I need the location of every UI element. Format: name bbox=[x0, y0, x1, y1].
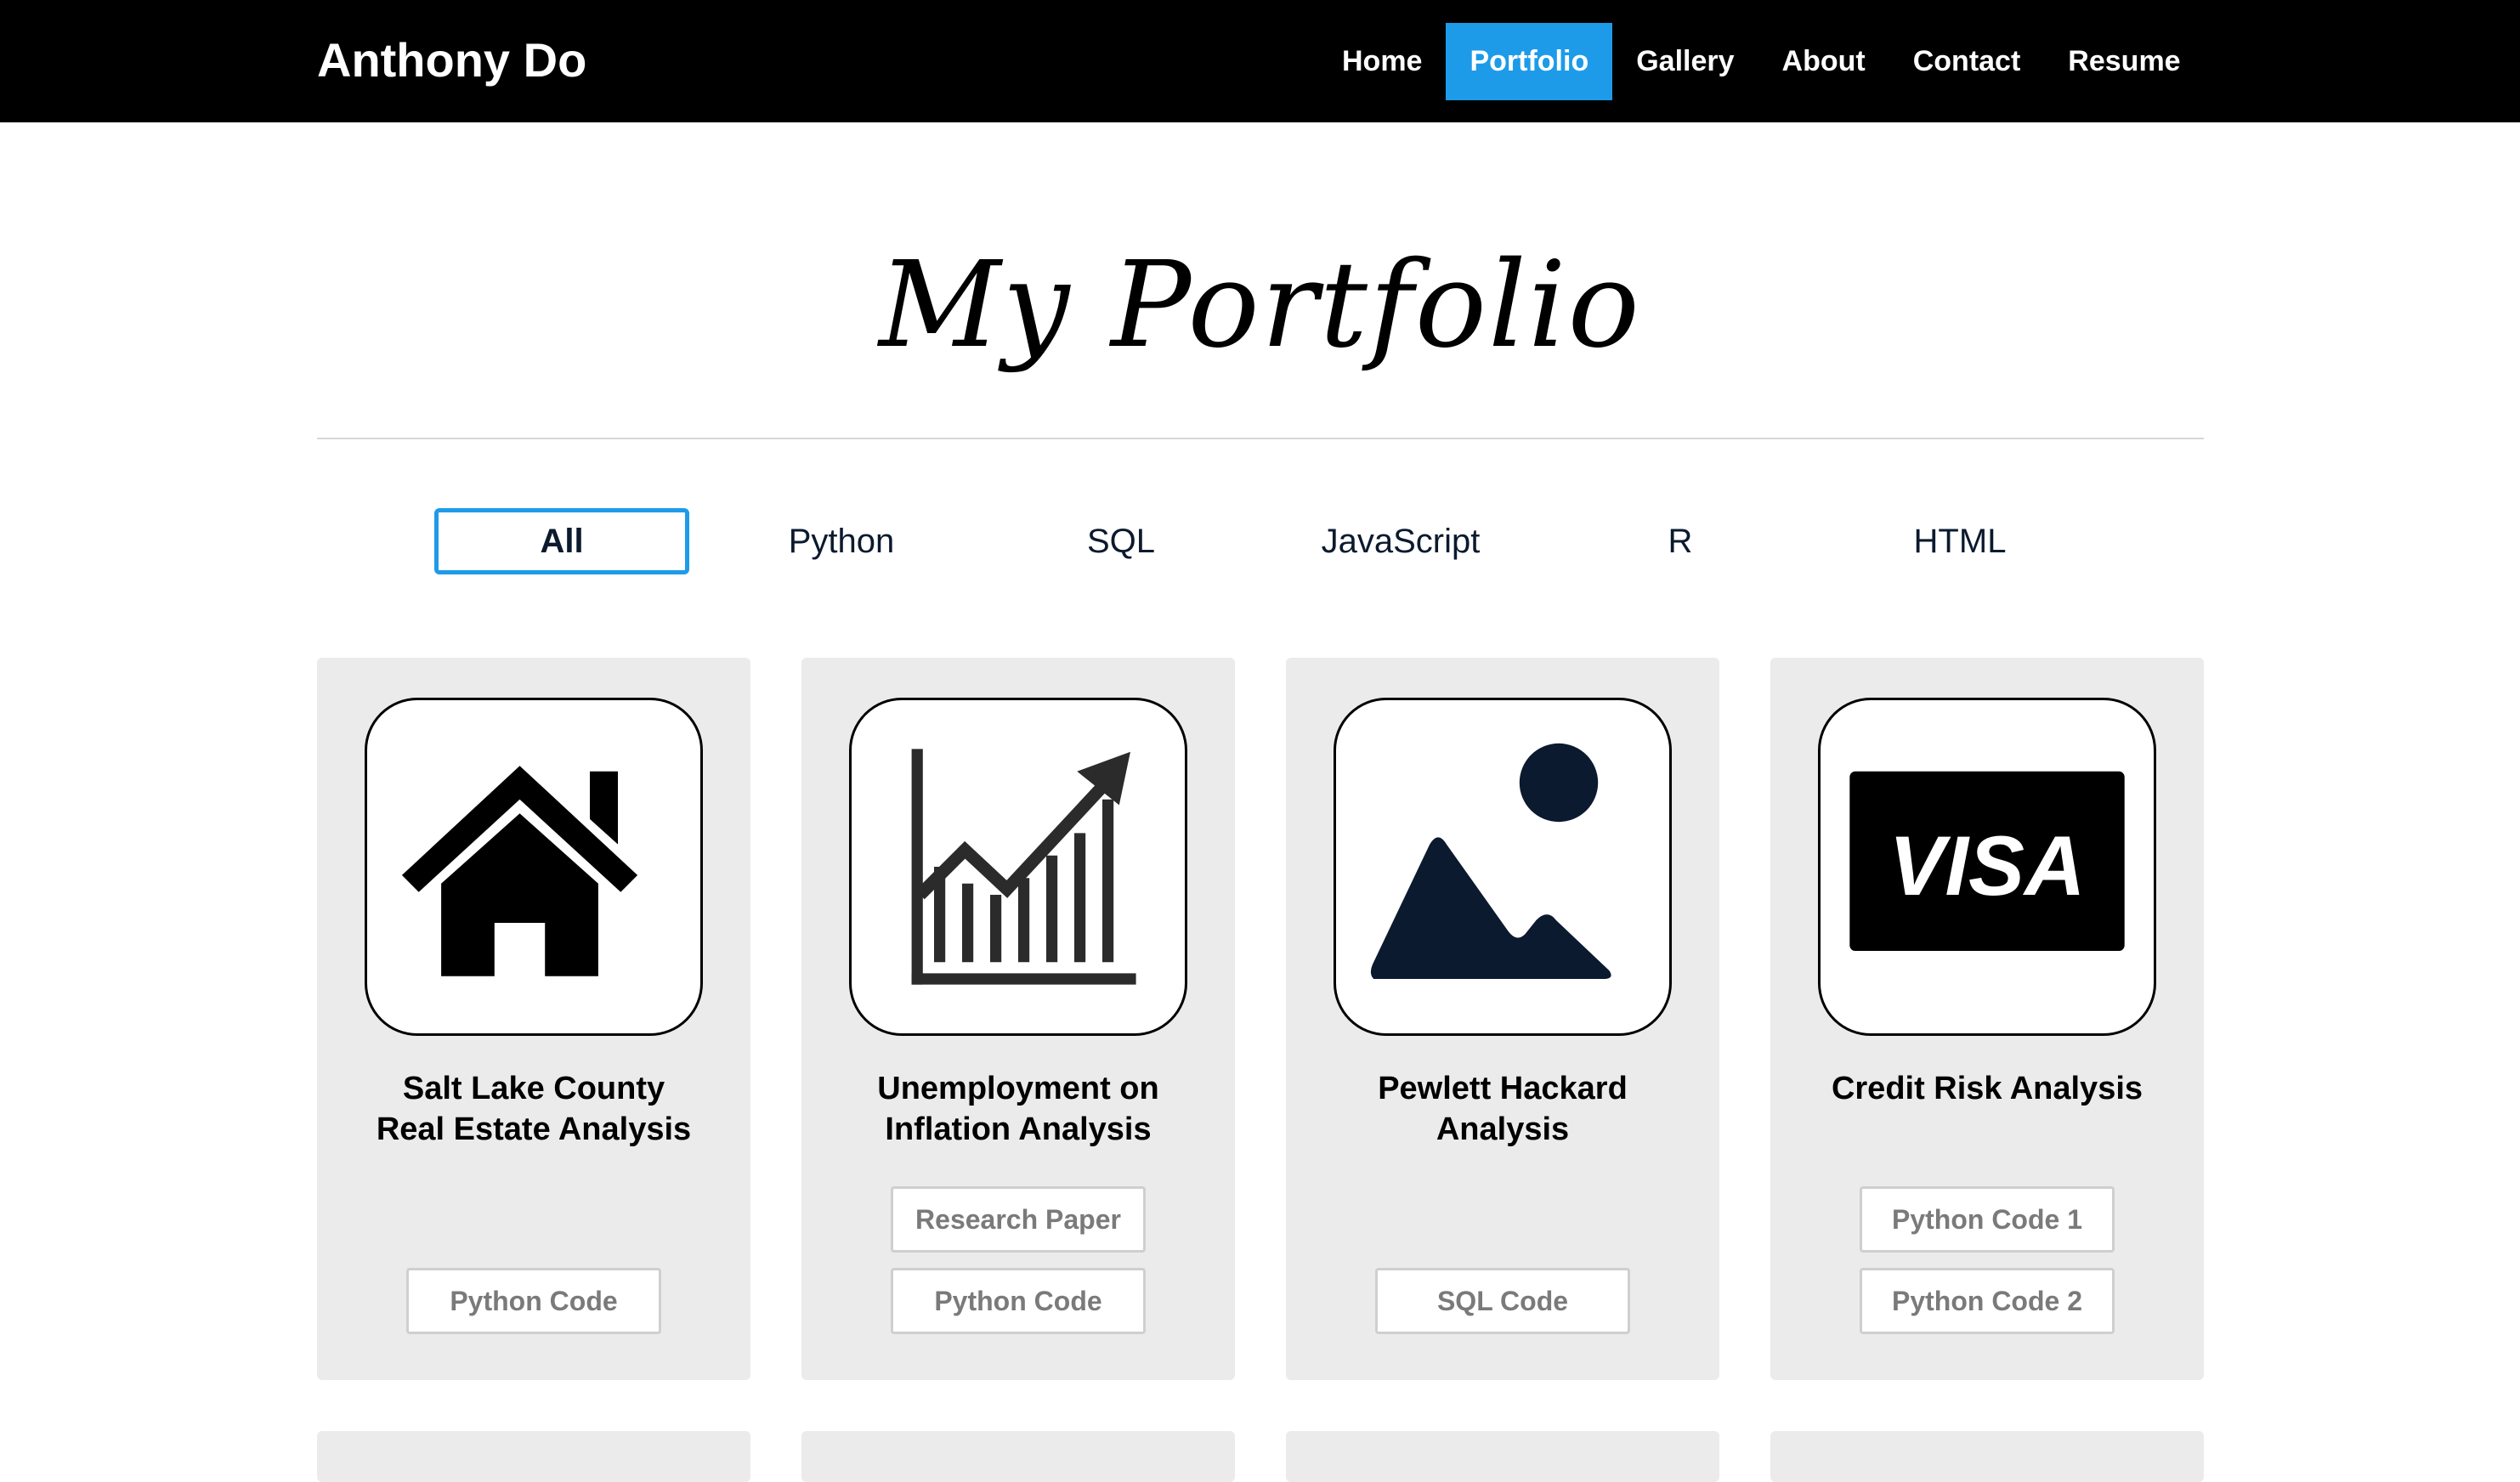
site-brand[interactable]: Anthony Do bbox=[317, 0, 586, 122]
visa-card-icon: VISA bbox=[1849, 771, 2125, 951]
project-title: Unemployment on Inflation Analysis bbox=[801, 1068, 1235, 1150]
filter-r[interactable]: R bbox=[1553, 508, 1808, 574]
python-code-button[interactable]: Python Code bbox=[406, 1268, 661, 1334]
sql-code-button[interactable]: SQL Code bbox=[1375, 1268, 1630, 1334]
project-title: Credit Risk Analysis bbox=[1770, 1068, 2204, 1109]
project-title-line: Inflation Analysis bbox=[885, 1112, 1152, 1147]
project-thumbnail[interactable] bbox=[365, 698, 703, 1036]
nav-resume[interactable]: Resume bbox=[2044, 23, 2204, 100]
growth-chart-icon bbox=[911, 749, 1136, 985]
project-card-partial bbox=[1286, 1431, 1719, 1482]
house-icon bbox=[401, 766, 638, 976]
page-title: My Portfolio bbox=[879, 236, 1641, 375]
nav-gallery[interactable]: Gallery bbox=[1612, 23, 1758, 100]
project-title-line: Pewlett Hackard bbox=[1378, 1071, 1628, 1106]
project-card-partial bbox=[317, 1431, 750, 1482]
project-thumbnail[interactable] bbox=[1334, 698, 1672, 1036]
project-card-real-estate: Salt Lake County Real Estate Analysis Py… bbox=[317, 658, 750, 1380]
python-code-2-button[interactable]: Python Code 2 bbox=[1860, 1268, 2115, 1334]
project-title-line: Credit Risk Analysis bbox=[1831, 1071, 2143, 1106]
nav-contact[interactable]: Contact bbox=[1889, 23, 2045, 100]
project-title-line: Analysis bbox=[1436, 1112, 1570, 1147]
project-thumbnail[interactable] bbox=[849, 698, 1187, 1036]
project-title: Pewlett Hackard Analysis bbox=[1286, 1068, 1719, 1150]
filter-python[interactable]: Python bbox=[714, 508, 969, 574]
python-code-1-button[interactable]: Python Code 1 bbox=[1860, 1186, 2115, 1253]
project-card-partial bbox=[1770, 1431, 2204, 1482]
project-title-line: Unemployment on bbox=[877, 1071, 1159, 1106]
nav-about[interactable]: About bbox=[1758, 23, 1889, 100]
project-thumbnail[interactable]: VISA bbox=[1818, 698, 2156, 1036]
project-card-pewlett-hackard: Pewlett Hackard Analysis SQL Code bbox=[1286, 658, 1719, 1380]
image-icon bbox=[1370, 743, 1611, 979]
project-title-line: Salt Lake County bbox=[402, 1071, 665, 1106]
nav-home[interactable]: Home bbox=[1318, 23, 1446, 100]
project-card-partial bbox=[801, 1431, 1235, 1482]
filter-all[interactable]: All bbox=[434, 508, 689, 574]
project-card-unemployment: Unemployment on Inflation Analysis Resea… bbox=[801, 658, 1235, 1380]
research-paper-button[interactable]: Research Paper bbox=[891, 1186, 1146, 1253]
nav-portfolio[interactable]: Portfolio bbox=[1446, 23, 1613, 100]
title-divider bbox=[317, 438, 2204, 439]
python-code-button[interactable]: Python Code bbox=[891, 1268, 1146, 1334]
filter-javascript[interactable]: JavaScript bbox=[1273, 508, 1528, 574]
filter-sql[interactable]: SQL bbox=[994, 508, 1249, 574]
main-nav: Home Portfolio Gallery About Contact Res… bbox=[1318, 23, 2205, 100]
visa-logo-text: VISA bbox=[1889, 818, 2085, 913]
filter-html[interactable]: HTML bbox=[1832, 508, 2087, 574]
top-navbar: Anthony Do Home Portfolio Gallery About … bbox=[0, 0, 2520, 122]
project-title: Salt Lake County Real Estate Analysis bbox=[317, 1068, 750, 1150]
project-title-line: Real Estate Analysis bbox=[376, 1112, 692, 1147]
project-card-credit-risk: VISA Credit Risk Analysis Python Code 1 … bbox=[1770, 658, 2204, 1380]
